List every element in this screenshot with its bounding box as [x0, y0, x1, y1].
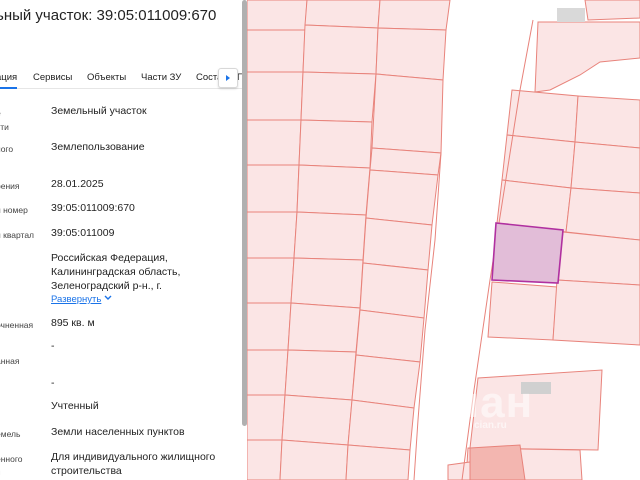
chevron-down-icon[interactable]	[104, 295, 112, 301]
map-building	[557, 8, 585, 22]
row-value-declared: -	[51, 340, 55, 352]
row-value-other: -	[51, 377, 55, 389]
map-parcel	[574, 95, 640, 149]
map-parcel	[534, 21, 640, 93]
map-parcel	[552, 279, 640, 346]
map-parcel	[347, 399, 415, 451]
map-parcel	[247, 439, 283, 480]
row-label-subtype: ного	[0, 144, 14, 154]
row-value-permitted-use-line-1: Для индивидуального жилищного	[51, 451, 216, 463]
map-parcel	[284, 349, 357, 401]
map-parcel	[362, 217, 433, 271]
tab-objects[interactable]: Объекты	[87, 72, 126, 83]
map-parcel	[375, 27, 447, 81]
map-parcel	[247, 164, 300, 213]
map-parcel	[247, 211, 298, 259]
row-value-subtype: Землепользование	[51, 141, 145, 153]
map-parcel	[247, 0, 308, 31]
map-parcel	[487, 281, 558, 341]
row-value-address-line-1: Российская Федерация,	[51, 252, 168, 264]
row-value-type: Земельный участок	[51, 105, 147, 117]
map-parcel	[365, 169, 439, 226]
map-parcel	[359, 262, 429, 319]
map-parcel	[501, 134, 576, 189]
map-parcel	[247, 71, 304, 121]
map-parcel	[247, 119, 302, 166]
map-parcel	[247, 349, 289, 396]
row-label-declared: анная	[0, 356, 20, 366]
row-value-land-category: Земли населенных пунктов	[51, 426, 185, 438]
map-parcel	[298, 119, 373, 169]
map-parcel	[300, 71, 377, 123]
row-label-area: очненная	[0, 320, 34, 330]
map-parcel	[302, 24, 379, 75]
map-parcel	[377, 0, 451, 31]
row-value-address-line-2: Калининградская область,	[51, 266, 181, 278]
map-parcel	[304, 0, 381, 29]
map-parcel	[290, 257, 364, 309]
tab-bar: ация Сервисы Объекты Части ЗУ Соста Г	[0, 66, 244, 89]
map-parcel	[447, 461, 471, 480]
tab-services[interactable]: Сервисы	[33, 72, 72, 83]
row-value-address-line-3: Зеленоградский р-н., г.	[51, 280, 162, 292]
map-parcel	[279, 439, 349, 480]
row-label-date: рения	[0, 181, 20, 191]
map-parcel	[565, 187, 640, 241]
map-parcel	[247, 29, 306, 73]
map-parcel	[584, 0, 640, 21]
map-parcel	[296, 164, 371, 216]
row-label-cadastral-quarter: й квартал	[0, 230, 35, 240]
watermark-sub: cian.ru	[474, 420, 507, 431]
row-label-type-2: сти	[0, 122, 9, 132]
row-label-cadastral-number: й номер	[0, 205, 28, 215]
row-label-land-category: емель	[0, 429, 21, 439]
map-building	[469, 444, 526, 480]
tab-information[interactable]: ация	[0, 72, 18, 89]
expand-link[interactable]: Развернуть	[51, 294, 101, 305]
row-label-permitted-use-2: я	[0, 467, 1, 477]
map-parcel	[345, 444, 411, 480]
map-parcel	[247, 394, 286, 441]
chevron-right-icon	[226, 75, 230, 81]
tabs-scroll-right-button[interactable]	[218, 68, 238, 88]
map-parcel	[281, 394, 353, 446]
tab-parts[interactable]: Части ЗУ	[141, 72, 181, 83]
map-parcel	[355, 309, 425, 363]
map-parcel	[247, 302, 292, 351]
row-label-type: е	[0, 108, 1, 118]
map-parcel	[247, 257, 295, 304]
map-parcel	[371, 73, 444, 154]
map-parcel	[351, 354, 421, 409]
panel-title: ьный участок: 39:05:011009:670	[0, 7, 217, 24]
selected-parcel	[491, 222, 564, 284]
map-parcel	[506, 89, 579, 143]
row-value-date: 28.01.2025	[51, 178, 104, 190]
row-value-area: 895 кв. м	[51, 317, 95, 329]
row-value-cadastral-quarter: 39:05:011009	[51, 227, 115, 239]
map-parcel	[293, 211, 367, 261]
row-value-permitted-use-line-2: строительства	[51, 465, 122, 477]
map-parcel	[287, 302, 361, 353]
map-parcel	[556, 231, 640, 286]
row-value-status: Учтенный	[51, 400, 99, 412]
info-panel: ьный участок: 39:05:011009:670 ация Серв…	[0, 0, 244, 480]
row-value-cadastral-number: 39:05:011009:670	[51, 202, 135, 214]
map-parcel	[570, 141, 640, 194]
row-label-permitted-use: енного	[0, 454, 23, 464]
